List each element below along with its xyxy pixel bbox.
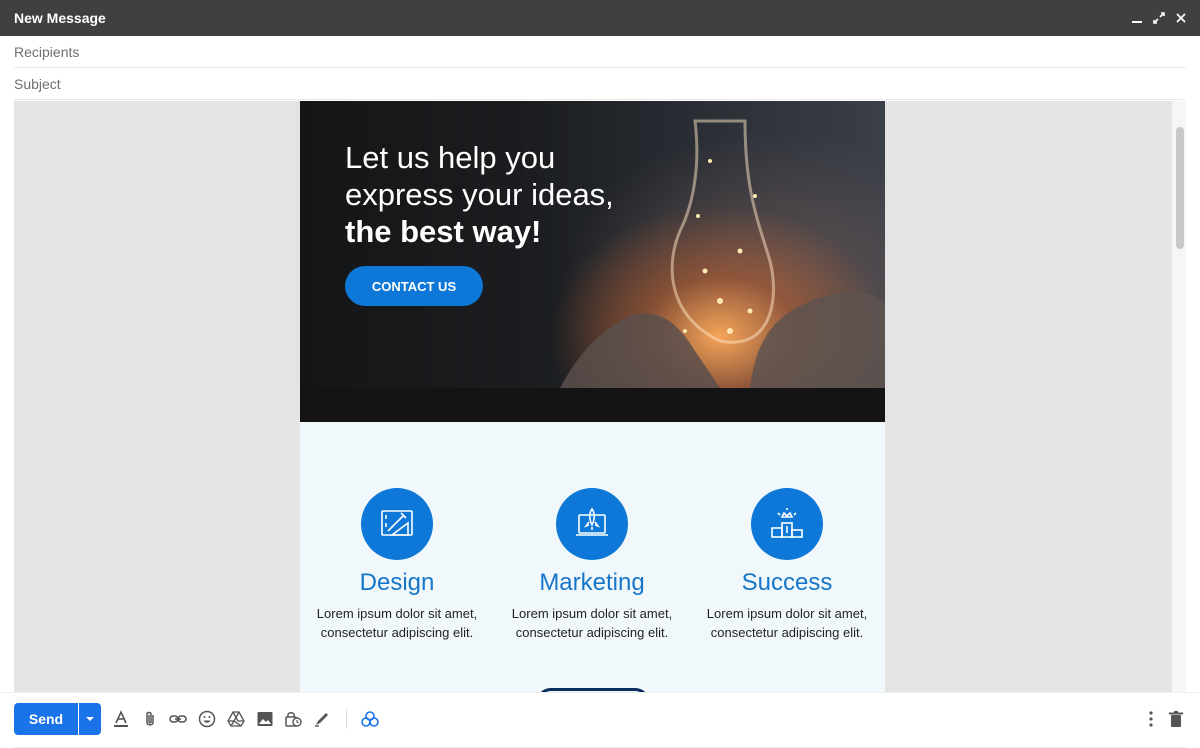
send-button[interactable]: Send [14, 703, 78, 735]
minimize-icon[interactable] [1128, 9, 1146, 27]
insert-photo-icon[interactable] [254, 707, 276, 731]
feature-title-success: Success [741, 569, 833, 596]
feature-text-design: Lorem ipsum dolor sit amet, consectetur … [316, 606, 478, 640]
design-tools-icon [361, 488, 433, 560]
recipients-row [14, 36, 1186, 68]
expand-icon[interactable] [1150, 9, 1168, 27]
send-options-button[interactable] [79, 703, 101, 735]
signature-icon[interactable] [311, 707, 333, 731]
close-icon[interactable] [1172, 9, 1190, 27]
hero-line-3: the best way! [345, 214, 542, 249]
compose-window: New Message Recipients Subject Let us he… [0, 0, 1200, 748]
feature-design: Design Lorem ipsum dolor sit amet, conse… [312, 488, 482, 642]
hero-banner: Let us help you express your ideas, the … [300, 101, 885, 422]
body-scrollbar[interactable] [1172, 101, 1186, 692]
feature-text-marketing: Lorem ipsum dolor sit amet, consectetur … [511, 606, 673, 640]
hero-footer-strip [300, 388, 885, 422]
podium-icon [751, 488, 823, 560]
subject-row [14, 68, 1186, 100]
chevron-down-icon [86, 717, 94, 721]
hero-line-1: Let us help you [345, 140, 556, 175]
window-controls [1128, 0, 1190, 36]
insert-emoji-icon[interactable] [196, 707, 218, 731]
discard-draft-icon[interactable] [1165, 707, 1187, 731]
compose-title: New Message [14, 10, 106, 26]
addon-icon[interactable] [359, 707, 381, 731]
features-section: Design Lorem ipsum dolor sit amet, conse… [300, 422, 885, 692]
scrollbar-thumb[interactable] [1176, 127, 1184, 249]
feature-success: Success Lorem ipsum dolor sit amet, cons… [702, 488, 872, 642]
feature-text-success: Lorem ipsum dolor sit amet, consectetur … [706, 606, 868, 640]
compose-toolbar: Send [0, 692, 1200, 748]
insert-link-icon[interactable] [167, 707, 189, 731]
message-body[interactable]: Let us help you express your ideas, the … [14, 101, 1172, 692]
hero-line-2: express your ideas, [345, 177, 614, 212]
formatting-options-icon[interactable] [110, 707, 132, 731]
contact-us-button[interactable]: CONTACT US [345, 266, 483, 306]
subject-input[interactable] [14, 75, 1186, 92]
compose-titlebar[interactable]: New Message [0, 0, 1200, 36]
drive-icon[interactable] [225, 707, 247, 731]
hero-headline: Let us help you express your ideas, the … [345, 139, 614, 250]
attach-files-icon[interactable] [139, 707, 161, 731]
feature-title-design: Design [359, 569, 435, 596]
rocket-laptop-icon [556, 488, 628, 560]
confidential-mode-icon[interactable] [282, 707, 304, 731]
feature-marketing: Marketing Lorem ipsum dolor sit amet, co… [507, 488, 677, 642]
toolbar-separator [346, 709, 347, 729]
email-template: Let us help you express your ideas, the … [300, 101, 885, 692]
feature-title-marketing: Marketing [539, 569, 645, 596]
more-options-icon[interactable] [1140, 707, 1162, 731]
recipients-input[interactable] [14, 43, 1186, 60]
